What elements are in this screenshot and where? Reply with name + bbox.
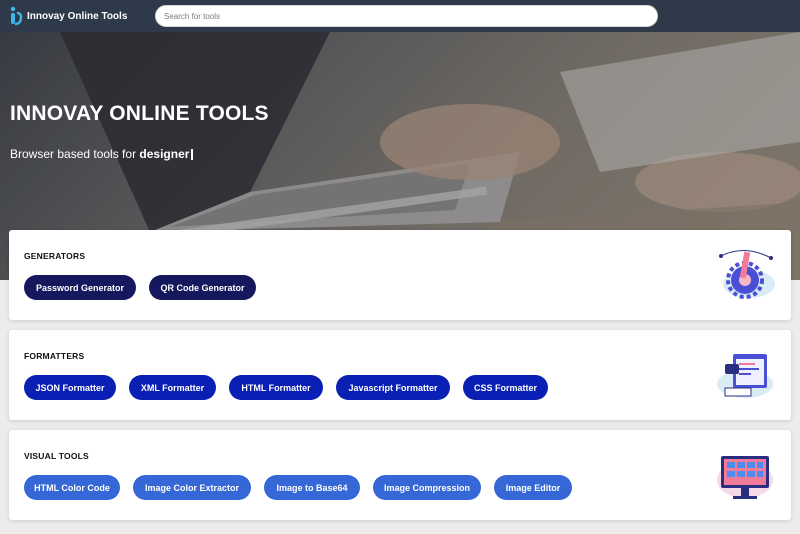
tool-button-json-formatter[interactable]: JSON Formatter: [24, 375, 116, 400]
tool-list: JSON Formatter XML Formatter HTML Format…: [24, 375, 561, 400]
tool-button-image-compression[interactable]: Image Compression: [373, 475, 481, 500]
logo-link[interactable]: Innovay Online Tools: [9, 6, 149, 26]
tool-button-image-color-extractor[interactable]: Image Color Extractor: [133, 475, 251, 500]
section-card-visual-tools: VISUAL TOOLS HTML Color Code Image Color…: [9, 430, 791, 520]
tool-button-qr-code-generator[interactable]: QR Code Generator: [149, 275, 256, 300]
search-input[interactable]: [164, 11, 657, 21]
hero-subtitle-typed-word: designer: [139, 147, 190, 161]
section-card-generators: GENERATORS Password Generator QR Code Ge…: [9, 230, 791, 320]
section-title: GENERATORS: [24, 251, 86, 261]
section-title: VISUAL TOOLS: [24, 451, 89, 461]
tool-list: HTML Color Code Image Color Extractor Im…: [24, 475, 585, 500]
top-navbar: Innovay Online Tools: [0, 0, 800, 32]
tool-button-xml-formatter[interactable]: XML Formatter: [129, 375, 216, 400]
gear-pencil-icon: [719, 250, 775, 299]
search-box: [155, 5, 658, 27]
tool-button-image-to-base64[interactable]: Image to Base64: [264, 475, 360, 500]
hero-title: INNOVAY ONLINE TOOLS: [10, 102, 269, 125]
tool-list: Password Generator QR Code Generator: [24, 275, 269, 300]
logo-icon: [10, 6, 23, 26]
monitor-grid-icon: [717, 456, 773, 499]
tool-button-css-formatter[interactable]: CSS Formatter: [463, 375, 548, 400]
tool-button-password-generator[interactable]: Password Generator: [24, 275, 136, 300]
section-title: FORMATTERS: [24, 351, 85, 361]
tool-button-html-color-code[interactable]: HTML Color Code: [24, 475, 120, 500]
logo-text: Innovay Online Tools: [27, 10, 128, 22]
typing-cursor: [191, 149, 193, 160]
tool-button-image-editor[interactable]: Image Editor: [494, 475, 572, 500]
section-card-formatters: FORMATTERS JSON Formatter XML Formatter …: [9, 330, 791, 420]
hero-subtitle: Browser based tools for designer: [10, 147, 193, 161]
code-formatter-icon: [717, 354, 773, 398]
hero-subtitle-prefix: Browser based tools for: [10, 147, 140, 161]
tool-button-javascript-formatter[interactable]: Javascript Formatter: [336, 375, 450, 400]
tool-button-html-formatter[interactable]: HTML Formatter: [229, 375, 323, 400]
